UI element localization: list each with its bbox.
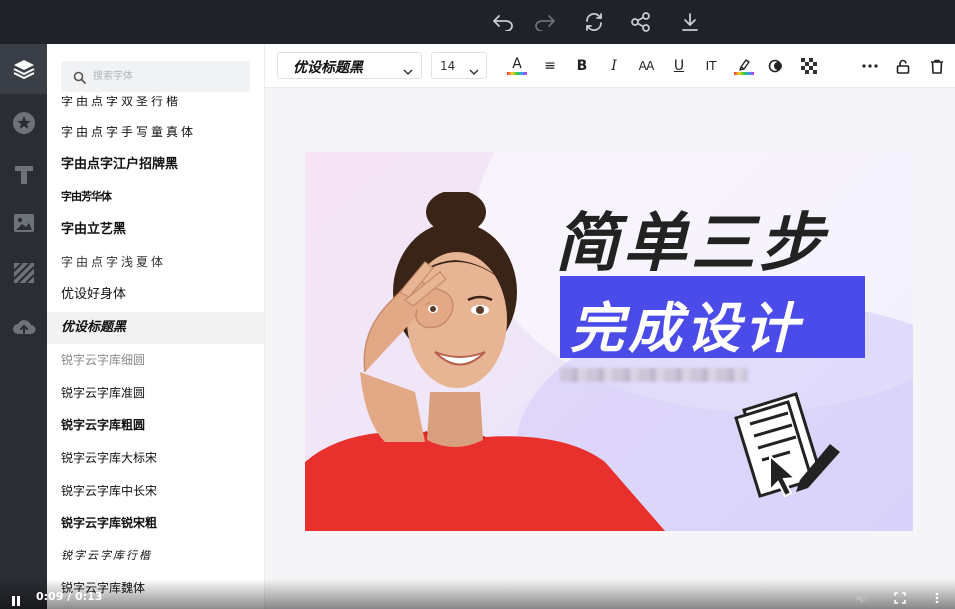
volume-icon[interactable]: [855, 589, 869, 608]
unlock-icon: [896, 59, 910, 74]
list-item[interactable]: 锐字云字库锐宋粗: [47, 507, 264, 540]
chevron-down-icon: [403, 61, 413, 80]
canvas-area: 简单三步 完成设计: [265, 88, 955, 609]
search-icon: [73, 69, 86, 88]
subheadline-box[interactable]: 完成设计: [560, 276, 865, 360]
delete-button[interactable]: [925, 54, 949, 78]
lock-button[interactable]: [891, 54, 915, 78]
list-item[interactable]: 锐字云字库中长宋: [47, 475, 264, 508]
letter-spacing-icon: AA: [638, 59, 655, 73]
refresh-icon[interactable]: [581, 9, 607, 35]
effects-icon: [768, 59, 782, 73]
line-height-icon: IT: [705, 59, 717, 73]
texture-icon[interactable]: [0, 248, 47, 298]
list-item-selected[interactable]: 优设标题黑: [47, 311, 264, 345]
more-dots-icon: [862, 64, 878, 68]
upload-icon[interactable]: [0, 302, 47, 352]
design-artboard[interactable]: 简单三步 完成设计: [305, 152, 913, 531]
star-icon[interactable]: [0, 98, 47, 148]
text-icon[interactable]: [0, 150, 47, 200]
blurred-caption: [560, 368, 748, 382]
list-item[interactable]: 锐字云字库细圆: [47, 344, 264, 377]
list-item[interactable]: 字由立艺黑: [47, 214, 264, 247]
highlighter-icon: [739, 58, 750, 71]
more-button[interactable]: [858, 54, 882, 78]
font-family-select[interactable]: 优设标题黑: [277, 52, 422, 79]
font-size-select[interactable]: 14: [431, 52, 487, 79]
highlight-button[interactable]: [732, 54, 756, 78]
download-icon[interactable]: [677, 9, 703, 35]
color-rainbow-bar: [507, 72, 527, 75]
trash-icon: [931, 59, 943, 74]
list-item[interactable]: 锐字云字库准圆: [47, 377, 264, 410]
align-icon: ≡: [544, 58, 556, 74]
text-toolbar: 优设标题黑 14 A ≡ B I AA U IT: [265, 44, 955, 88]
list-item[interactable]: 字由点字浅夏体: [47, 246, 264, 279]
subheadline-text: 完成设计: [570, 297, 802, 360]
list-item[interactable]: 字由点字双圣行楷: [47, 96, 264, 115]
font-search-box[interactable]: [61, 61, 250, 92]
list-item[interactable]: 锐字云字库行楷: [47, 540, 264, 573]
chevron-down-icon: [469, 61, 479, 80]
pause-icon[interactable]: [11, 591, 21, 609]
layers-icon[interactable]: [0, 44, 47, 94]
italic-icon: I: [611, 58, 617, 74]
text-color-button[interactable]: A: [505, 54, 529, 78]
top-bar: [0, 0, 955, 44]
video-controls: 0:09 / 0:13: [0, 579, 955, 609]
list-item[interactable]: 锐字云字库粗圆: [47, 409, 264, 442]
font-list: 字由点字双圣行楷 字由点字手写童真体 字由点字江户招牌黑 字由芳华体 字由立艺黑…: [47, 96, 264, 605]
image-icon[interactable]: [0, 198, 47, 248]
font-size-value: 14: [440, 59, 456, 73]
bold-icon: B: [576, 58, 588, 74]
kebab-menu-icon[interactable]: [935, 589, 939, 608]
search-input[interactable]: [93, 67, 243, 86]
fullscreen-icon[interactable]: [894, 589, 906, 608]
underline-button[interactable]: U: [667, 54, 691, 78]
checkerboard-icon: [801, 58, 817, 74]
left-rail: [0, 44, 47, 609]
font-family-value: 优设标题黑: [293, 60, 363, 76]
list-item[interactable]: 锐字云字库大标宋: [47, 442, 264, 475]
color-rainbow-bar: [734, 71, 754, 75]
video-time: 0:09 / 0:13: [36, 590, 103, 603]
undo-icon[interactable]: [490, 9, 516, 35]
list-item[interactable]: 字由点字江户招牌黑: [47, 149, 264, 182]
list-item[interactable]: 优设好身体: [47, 279, 264, 312]
list-item[interactable]: 字由芳华体: [47, 181, 264, 214]
effects-button[interactable]: [764, 54, 788, 78]
transparency-button[interactable]: [797, 54, 821, 78]
line-height-button[interactable]: IT: [699, 54, 723, 78]
italic-button[interactable]: I: [602, 54, 626, 78]
redo-icon[interactable]: [532, 9, 558, 35]
align-button[interactable]: ≡: [538, 54, 562, 78]
document-edit-icon[interactable]: [730, 388, 850, 518]
headline-text[interactable]: 简单三步: [555, 192, 827, 284]
letter-spacing-button[interactable]: AA: [634, 54, 658, 78]
share-icon[interactable]: [628, 9, 654, 35]
list-item[interactable]: 字由点字手写童真体: [47, 116, 264, 149]
font-panel: 字由点字双圣行楷 字由点字手写童真体 字由点字江户招牌黑 字由芳华体 字由立艺黑…: [47, 44, 265, 609]
underline-icon: U: [673, 58, 685, 74]
bold-button[interactable]: B: [570, 54, 594, 78]
text-color-icon: A: [512, 56, 522, 72]
